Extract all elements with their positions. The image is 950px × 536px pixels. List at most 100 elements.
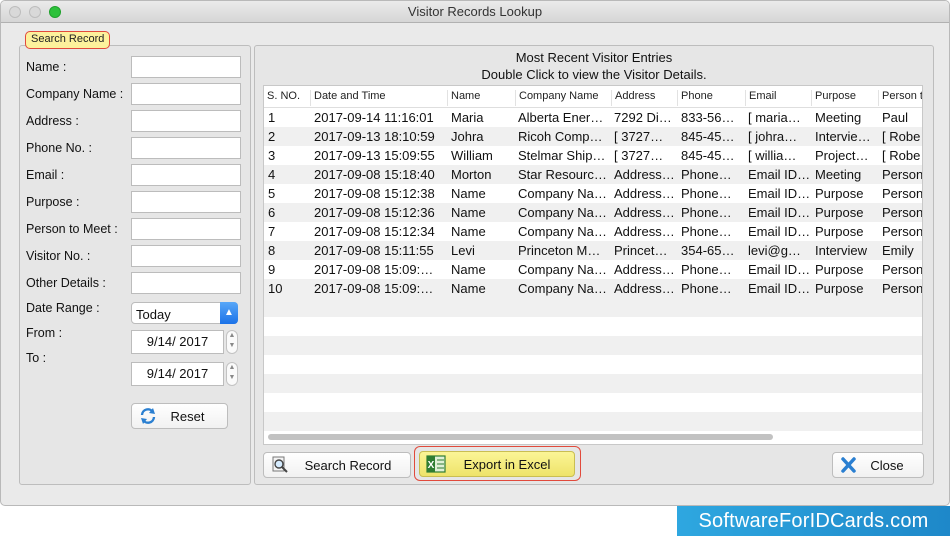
table-cell: [ johra… [748,129,798,144]
search-record-button-label: Search Record [304,458,392,473]
table-row[interactable]: 4 2017-09-08 15:18:40 Morton Star Resourc… A… [264,165,922,184]
column-header-email[interactable]: Email [745,90,811,106]
table-cell: Intervie… [815,129,871,144]
table-row[interactable]: 3 2017-09-13 15:09:55 William Stelmar Ship…… [264,146,922,165]
table-cell: 9 [268,262,276,277]
table-cell: Ricoh Comp… [518,129,603,144]
watermark-banner: SoftwareForIDCards.com [677,506,950,536]
close-button[interactable]: Close [832,452,924,478]
table-cell: 1 [268,110,276,125]
table-cell: 6 [268,205,276,220]
table-cell: Name [451,281,486,296]
export-excel-button[interactable]: X Export in Excel [419,451,575,477]
table-row[interactable]: 2 2017-09-13 18:10:59 Johra Ricoh Comp… [ 37… [264,127,922,146]
email-field[interactable] [131,164,241,186]
from-date-field[interactable]: 9/14/ 2017 [131,330,224,354]
table-cell: 2 [268,129,276,144]
table-cell: 2017-09-08 15:09:… [314,281,434,296]
table-cell: 4 [268,167,276,182]
table-cell: Email ID… [748,262,811,277]
chevron-down-icon[interactable]: ▲ [220,302,238,324]
table-row[interactable]: 6 2017-09-08 15:12:36 Name Company Na… Addre… [264,203,922,222]
date-range-value: Today [136,307,171,322]
other-details-field[interactable] [131,272,241,294]
table-cell: Company Na… [518,224,607,239]
close-button-label: Close [870,458,904,473]
table-row[interactable]: 8 2017-09-08 15:11:55 Levi Princeton M… Prin… [264,241,922,260]
table-cell: Name [451,224,486,239]
table-cell: Person [882,281,923,296]
table-cell: Meeting [815,110,862,125]
table-filler-row [264,412,922,431]
company-name-label: Company Name : [26,87,124,101]
column-header-phone[interactable]: Phone [677,90,745,106]
table-cell: Person [882,186,923,201]
table-row[interactable]: 9 2017-09-08 15:09:… Name Company Na… Addres… [264,260,922,279]
table-cell: Email ID… [748,281,811,296]
reset-button-label: Reset [170,409,205,424]
column-header-company[interactable]: Company Name [515,90,611,106]
table-row[interactable]: 1 2017-09-14 11:16:01 Maria Alberta Ener… 72… [264,108,922,127]
table-row[interactable]: 10 2017-09-08 15:09:… Name Company Na… Addre… [264,279,922,298]
search-record-button[interactable]: Search Record [263,452,411,478]
table-cell: [ Robe [882,129,921,144]
table-cell: 354-65… [681,243,735,258]
table-cell: Email ID… [748,186,811,201]
company-name-field[interactable] [131,83,241,105]
table-cell: Person [882,205,923,220]
table-cell: Address… [614,186,675,201]
table-cell: Phone… [681,224,732,239]
table-cell: Maria [451,110,484,125]
table-cell: 5 [268,186,276,201]
table-cell: Address… [614,205,675,220]
export-excel-button-label: Export in Excel [463,457,551,472]
table-cell: [ Robe [882,148,921,163]
person-to-meet-field[interactable] [131,218,241,240]
table-cell: Purpose [815,281,864,296]
visitor-records-table[interactable]: S. NO. Date and Time Name Company Name A… [263,85,923,445]
name-field[interactable] [131,56,241,78]
visitor-no-label: Visitor No. : [26,249,91,263]
horizontal-scrollbar[interactable] [268,434,773,440]
table-cell: Levi [451,243,475,258]
table-cell: Phone… [681,281,732,296]
table-cell: [ maria… [748,110,801,125]
address-field[interactable] [131,110,241,132]
phone-field[interactable] [131,137,241,159]
purpose-field[interactable] [131,191,241,213]
table-cell: Emily [882,243,914,258]
table-cell: Email ID… [748,167,811,182]
table-cell: [ 3727… [614,129,664,144]
table-row[interactable]: 7 2017-09-08 15:12:34 Name Company Na… Addre… [264,222,922,241]
column-header-name[interactable]: Name [447,90,515,106]
column-header-person[interactable]: Person t [878,90,922,106]
table-cell: 845-45… [681,129,735,144]
from-date-stepper[interactable]: ▲ ▼ [226,330,238,354]
column-header-date-time[interactable]: Date and Time [310,90,447,106]
column-header-purpose[interactable]: Purpose [811,90,878,106]
table-cell: Company Na… [518,186,607,201]
table-cell: levi@g… [748,243,801,258]
table-cell: Email ID… [748,224,811,239]
column-header-sno[interactable]: S. NO. [264,90,310,106]
table-filler-row [264,374,922,393]
reset-button[interactable]: Reset [131,403,228,429]
to-date-stepper[interactable]: ▲ ▼ [226,362,238,386]
name-label: Name : [26,60,67,74]
table-cell: 2017-09-08 15:11:55 [314,243,434,258]
table-cell: Phone… [681,262,732,277]
table-cell: Company Na… [518,262,607,277]
table-cell: Princeton M… [518,243,601,258]
purpose-label: Purpose : [26,195,80,209]
table-cell: 10 [268,281,283,296]
table-cell: Address… [614,262,675,277]
table-row[interactable]: 5 2017-09-08 15:12:38 Name Company Na… Addre… [264,184,922,203]
table-cell: Name [451,262,486,277]
to-date-field[interactable]: 9/14/ 2017 [131,362,224,386]
visitor-no-field[interactable] [131,245,241,267]
table-cell: Address… [614,281,675,296]
table-cell: Purpose [815,186,864,201]
table-cell: Address… [614,224,675,239]
column-header-address[interactable]: Address [611,90,677,106]
date-range-select[interactable]: Today ▲ [131,302,238,324]
